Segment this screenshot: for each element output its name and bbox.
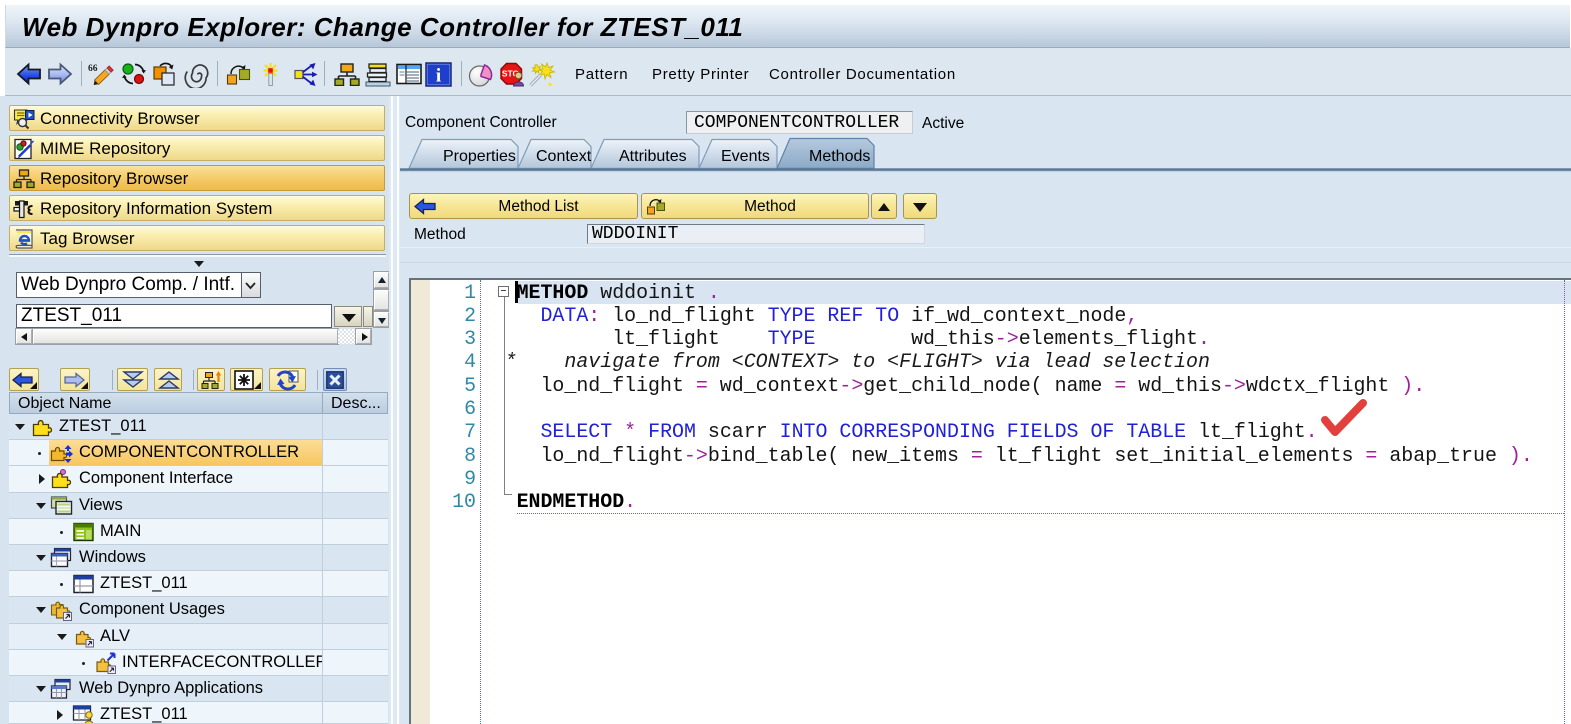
- svg-text:i: i: [436, 66, 441, 87]
- svg-text:Properties: Properties: [443, 148, 516, 165]
- svg-text:66: 66: [88, 64, 98, 74]
- svg-text:Events: Events: [721, 148, 770, 165]
- svg-text:Methods: Methods: [809, 148, 870, 165]
- svg-text:Context: Context: [536, 148, 592, 165]
- svg-text:Attributes: Attributes: [619, 148, 687, 165]
